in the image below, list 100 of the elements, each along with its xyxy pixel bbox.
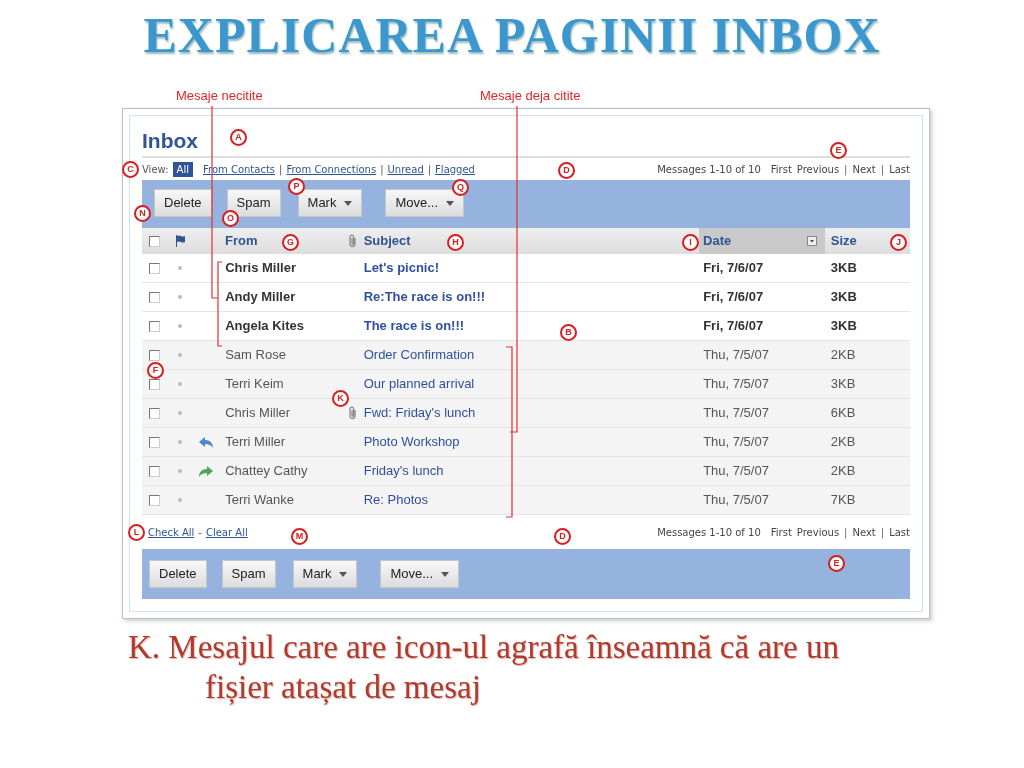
column-heading[interactable]: Size [830, 233, 857, 249]
caret-icon [446, 200, 455, 206]
check-all-link[interactable]: Check All [148, 524, 195, 540]
page-link[interactable]: Last [889, 524, 910, 540]
action-button[interactable]: Delete [154, 189, 212, 217]
separator: | [844, 525, 848, 540]
separator: | [880, 162, 885, 177]
caption: fișier atașat de mesaj [204, 668, 482, 707]
column-heading[interactable]: Subject [363, 233, 411, 249]
subject-link[interactable]: The race is on!!! [363, 318, 465, 334]
sender: Angela Kites [225, 318, 304, 334]
subject-link[interactable]: Friday's lunch [363, 463, 444, 479]
flag-icon [174, 235, 185, 247]
message-count: Messages 1-10 of 10 [657, 162, 761, 177]
reply-arrow-icon [199, 436, 214, 448]
column-heading[interactable]: From [225, 233, 258, 249]
caret-icon [344, 200, 353, 206]
separator: | [279, 162, 283, 177]
view-filter[interactable]: From Connections [286, 161, 377, 177]
checkbox[interactable] [149, 494, 161, 506]
date: Thu, 7/5/07 [703, 492, 769, 508]
forward-arrow-icon [199, 465, 214, 477]
annotation-label: Mesaje deja citite [480, 88, 581, 104]
slide-title: EXPLICAREA PAGINII INBOX [143, 6, 881, 65]
date: Fri, 7/6/07 [703, 318, 764, 334]
separator: - [198, 525, 202, 540]
size: 3KB [830, 260, 857, 276]
checkbox[interactable] [149, 262, 161, 274]
subject-link[interactable]: Re: Photos [363, 492, 429, 508]
size: 3KB [830, 318, 857, 334]
date: Fri, 7/6/07 [703, 289, 764, 305]
page-link[interactable]: Next [852, 524, 876, 540]
date: Thu, 7/5/07 [703, 347, 769, 363]
separator: | [844, 162, 848, 177]
page-link[interactable]: First [770, 524, 792, 540]
checkbox[interactable] [149, 378, 161, 390]
subject-link[interactable]: Let's picnic! [363, 260, 440, 276]
date: Fri, 7/6/07 [703, 260, 764, 276]
dropdown-button[interactable]: Move... [380, 560, 460, 588]
date: Thu, 7/5/07 [703, 463, 769, 479]
checkbox[interactable] [149, 291, 161, 303]
separator: | [427, 162, 432, 177]
view-filter[interactable]: Flagged [435, 161, 475, 177]
checkbox[interactable] [149, 320, 161, 332]
subject-link[interactable]: Re:The race is on!!! [363, 289, 486, 305]
message-row[interactable]: Terri Miller Photo Workshop Thu, 7/5/07 2KB [142, 428, 910, 457]
message-row[interactable]: Chattey Cathy Friday's lunch Thu, 7/5/07 2KB [142, 457, 910, 486]
checkbox[interactable] [149, 465, 161, 477]
date: Thu, 7/5/07 [703, 434, 769, 450]
sender: Chattey Cathy [225, 463, 308, 479]
paperclip-icon [347, 406, 358, 420]
page-link[interactable]: Previous [796, 524, 840, 540]
size: 6KB [830, 405, 856, 421]
separator: | [880, 525, 885, 540]
subject-link[interactable]: Order Confirmation [363, 347, 475, 363]
dropdown-button[interactable]: Mark [292, 560, 358, 588]
sender: Chris Miller [225, 405, 291, 421]
action-button[interactable]: Spam [221, 560, 276, 588]
subject-link[interactable]: Our planned arrival [363, 376, 475, 392]
sender: Terri Miller [225, 434, 286, 450]
caret-icon [441, 571, 450, 577]
size: 2KB [830, 434, 856, 450]
view-filter[interactable]: Unread [387, 161, 424, 177]
size: 7KB [830, 492, 856, 508]
sender: Terri Wanke [225, 492, 295, 508]
caption: K. Mesajul care are icon-ul agrafă înseamnă că are un [128, 628, 840, 667]
inbox-title: Inbox [142, 128, 198, 154]
clear-all-link[interactable]: Clear All [205, 524, 248, 540]
subject-link[interactable]: Photo Workshop [363, 434, 460, 450]
subject-link[interactable]: Fwd: Friday's lunch [363, 405, 476, 421]
caret-icon [339, 571, 348, 577]
checkbox[interactable] [149, 436, 161, 448]
date: Thu, 7/5/07 [703, 405, 769, 421]
message-row[interactable]: Terri Wanke Re: Photos Thu, 7/5/07 7KB [142, 486, 910, 515]
paperclip-icon [347, 234, 358, 248]
sender: Sam Rose [225, 347, 286, 363]
size: 3KB [830, 376, 856, 392]
sender: Chris Miller [225, 260, 296, 276]
page-link[interactable]: Last [889, 161, 910, 177]
view-label: View: [142, 162, 169, 177]
checkbox[interactable] [149, 407, 161, 419]
separator: | [380, 162, 384, 177]
size: 3KB [830, 289, 857, 305]
checkbox[interactable] [149, 235, 161, 247]
annotation-label: Mesaje necitite [176, 88, 263, 104]
sender: Andy Miller [225, 289, 296, 305]
action-button[interactable]: Delete [149, 560, 207, 588]
page-link[interactable]: Previous [796, 161, 840, 177]
sorted-column-heading[interactable]: Date [699, 228, 825, 254]
dropdown-button[interactable]: Mark [297, 189, 363, 217]
checkbox[interactable] [149, 349, 161, 361]
dropdown-icon [806, 236, 817, 246]
view-filter[interactable]: All [172, 161, 193, 177]
size: 2KB [830, 463, 856, 479]
page-link[interactable]: First [770, 161, 792, 177]
sender: Terri Keim [225, 376, 284, 392]
size: 2KB [830, 347, 856, 363]
page-link[interactable]: Next [852, 161, 876, 177]
date: Thu, 7/5/07 [703, 376, 769, 392]
message-count: Messages 1-10 of 10 [657, 525, 761, 540]
